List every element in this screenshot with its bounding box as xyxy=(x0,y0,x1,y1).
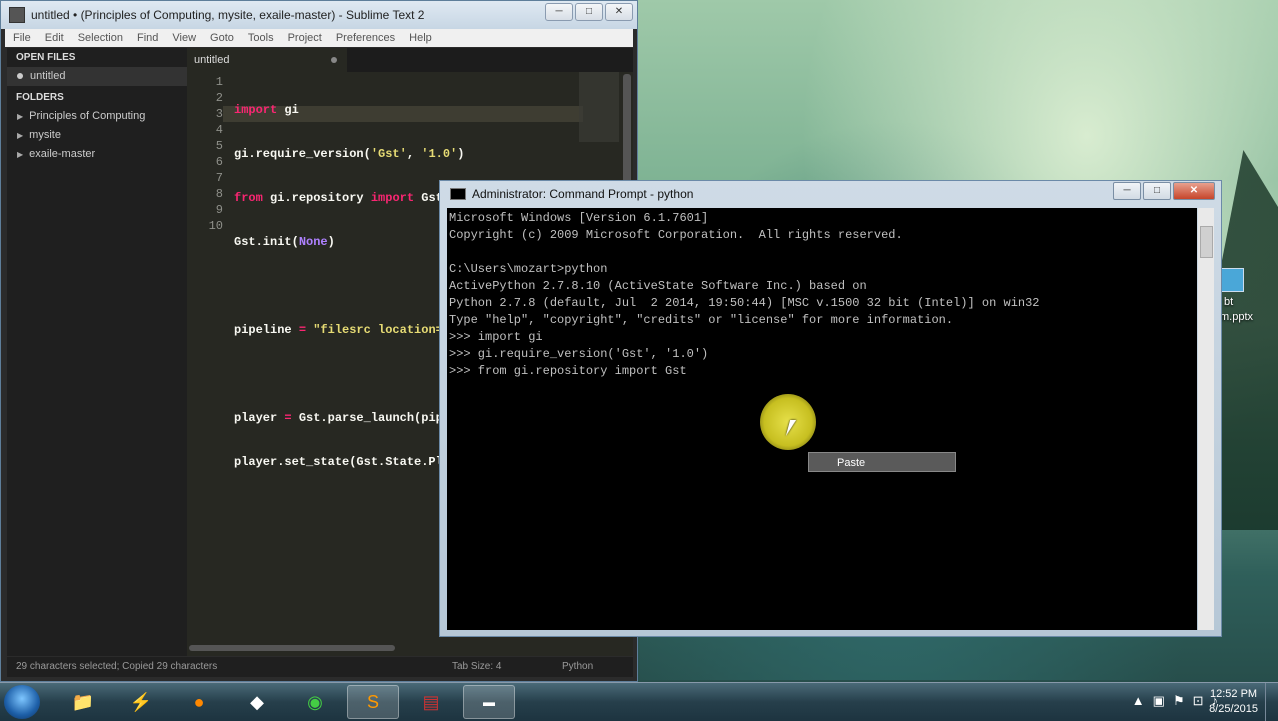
foobar-icon[interactable]: ◆ xyxy=(231,685,283,719)
cmd-close-button[interactable]: ✕ xyxy=(1173,182,1215,200)
console-line: >>> from gi.repository import Gst xyxy=(449,364,687,378)
menu-edit[interactable]: Edit xyxy=(45,32,64,44)
sidebar-item-label: untitled xyxy=(30,70,66,82)
horizontal-scrollbar[interactable] xyxy=(189,645,395,651)
clock-time: 12:52 PM xyxy=(1209,688,1258,700)
cmd-minimize-button[interactable]: ─ xyxy=(1113,182,1141,200)
start-button[interactable] xyxy=(4,685,40,719)
desktop-file-icon[interactable] xyxy=(1220,268,1244,292)
line-number: 2 xyxy=(215,91,223,105)
minimize-button[interactable]: ─ xyxy=(545,3,573,21)
sidebar-item-label: exaile-master xyxy=(29,148,96,160)
sidebar-item-label: Principles of Computing xyxy=(29,110,146,122)
status-syntax[interactable]: Python xyxy=(562,661,593,672)
console-line: >>> gi.require_version('Gst', '1.0') xyxy=(449,347,709,361)
maximize-button[interactable]: □ xyxy=(575,3,603,21)
code-line-1: import gi xyxy=(234,103,299,117)
status-selection: 29 characters selected; Copied 29 charac… xyxy=(16,661,218,672)
close-button[interactable]: ✕ xyxy=(605,3,633,21)
show-desktop-button[interactable] xyxy=(1265,683,1278,721)
cmd-scroll-thumb[interactable] xyxy=(1200,226,1213,258)
console-line: Copyright (c) 2009 Microsoft Corporation… xyxy=(449,228,903,242)
expand-arrow-icon[interactable]: ▶ xyxy=(17,131,23,140)
clock-date: 8/25/2015 xyxy=(1209,703,1258,715)
unsaved-dot-icon[interactable] xyxy=(331,57,337,63)
file-explorer-icon[interactable]: 📁 xyxy=(57,685,109,719)
menu-preferences[interactable]: Preferences xyxy=(336,32,395,44)
cursor-highlight xyxy=(760,394,816,450)
tray-expand-icon[interactable]: ▲ xyxy=(1132,693,1145,709)
system-tray: ▲ ▣ ⚑ ⊡ ♪ xyxy=(1132,693,1218,709)
sidebar-item-untitled[interactable]: untitled xyxy=(7,67,187,86)
cmd-titlebar[interactable]: Administrator: Command Prompt - python ─… xyxy=(440,181,1221,207)
tab-bar: untitled xyxy=(187,48,633,72)
menu-file[interactable]: File xyxy=(13,32,31,44)
firefox-icon[interactable]: ● xyxy=(173,685,225,719)
console-line: >>> import gi xyxy=(449,330,543,344)
menu-view[interactable]: View xyxy=(172,32,196,44)
menu-find[interactable]: Find xyxy=(137,32,158,44)
sidebar-folder-mysite[interactable]: ▶ mysite xyxy=(7,126,187,145)
folders-header: FOLDERS xyxy=(16,92,64,103)
console-output[interactable]: Microsoft Windows [Version 6.1.7601] Cop… xyxy=(447,208,1197,630)
console-line: Python 2.7.8 (default, Jul 2 2014, 19:50… xyxy=(449,296,1040,310)
cmd-title: Administrator: Command Prompt - python xyxy=(472,187,694,201)
console-line: C:\Users\mozart>python xyxy=(449,262,608,276)
tray-network-icon[interactable]: ⊡ xyxy=(1193,693,1204,709)
sublime-titlebar[interactable]: untitled • (Principles of Computing, mys… xyxy=(1,1,637,29)
cmd-maximize-button[interactable]: □ xyxy=(1143,182,1171,200)
sidebar-folder-principles[interactable]: ▶ Principles of Computing xyxy=(7,107,187,126)
sidebar-item-label: mysite xyxy=(29,129,61,141)
tray-app-icon[interactable]: ▣ xyxy=(1153,693,1165,709)
sublime-title: untitled • (Principles of Computing, mys… xyxy=(31,8,425,22)
status-tab-size[interactable]: Tab Size: 4 xyxy=(452,661,501,672)
console-line: ActivePython 2.7.8.10 (ActiveState Softw… xyxy=(449,279,867,293)
desktop-icon-label-2[interactable]: m.pptx xyxy=(1220,311,1253,323)
flash-icon[interactable]: ⚡ xyxy=(115,685,167,719)
tab-label: untitled xyxy=(194,54,230,66)
minimap[interactable] xyxy=(579,72,619,142)
cmd-icon[interactable]: ▬ xyxy=(463,685,515,719)
line-number-gutter: 1 2 3 4 5 6 7 8 9 10 xyxy=(187,74,223,234)
line-number: 8 xyxy=(215,187,223,201)
context-menu-paste[interactable]: Paste xyxy=(808,452,956,472)
sublime-app-icon xyxy=(9,7,25,23)
cmd-window: Administrator: Command Prompt - python ─… xyxy=(439,180,1222,637)
line-number: 9 xyxy=(215,203,223,217)
sidebar: OPEN FILES untitled FOLDERS ▶ Principles… xyxy=(7,48,187,656)
sidebar-folder-exaile[interactable]: ▶ exaile-master xyxy=(7,145,187,164)
desktop-icon-label[interactable]: bt xyxy=(1224,296,1233,308)
menu-help[interactable]: Help xyxy=(409,32,432,44)
chrome-icon[interactable]: ◉ xyxy=(289,685,341,719)
cmd-scrollbar[interactable] xyxy=(1198,208,1214,630)
line-number: 4 xyxy=(215,123,223,137)
sublime-menubar: File Edit Selection Find View Goto Tools… xyxy=(5,29,633,47)
menu-project[interactable]: Project xyxy=(288,32,322,44)
status-bar: 29 characters selected; Copied 29 charac… xyxy=(7,657,633,677)
modified-dot-icon xyxy=(17,73,23,79)
line-number: 3 xyxy=(215,107,223,121)
console-line: Microsoft Windows [Version 6.1.7601] xyxy=(449,211,709,225)
line-number: 1 xyxy=(215,75,223,89)
console-line: Type "help", "copyright", "credits" or "… xyxy=(449,313,954,327)
menu-goto[interactable]: Goto xyxy=(210,32,234,44)
taskbar: 📁 ⚡ ● ◆ ◉ S ▤ ▬ ▲ ▣ ⚑ ⊡ ♪ 12:52 PM 8/25/… xyxy=(0,682,1278,721)
line-number: 5 xyxy=(215,139,223,153)
menu-tools[interactable]: Tools xyxy=(248,32,274,44)
taskbar-clock[interactable]: 12:52 PM 8/25/2015 xyxy=(1209,687,1258,717)
tab-untitled[interactable]: untitled xyxy=(187,48,347,72)
cmd-app-icon xyxy=(450,188,466,200)
expand-arrow-icon[interactable]: ▶ xyxy=(17,150,23,159)
line-number: 6 xyxy=(215,155,223,169)
menu-selection[interactable]: Selection xyxy=(78,32,123,44)
pdf-icon[interactable]: ▤ xyxy=(405,685,457,719)
line-number: 10 xyxy=(208,219,223,233)
code-line-2: gi.require_version('Gst', '1.0') xyxy=(234,147,465,161)
line-number: 7 xyxy=(215,171,223,185)
open-files-header: OPEN FILES xyxy=(16,52,76,63)
tray-security-icon[interactable]: ⚑ xyxy=(1173,693,1185,709)
sublime-icon[interactable]: S xyxy=(347,685,399,719)
expand-arrow-icon[interactable]: ▶ xyxy=(17,112,23,121)
